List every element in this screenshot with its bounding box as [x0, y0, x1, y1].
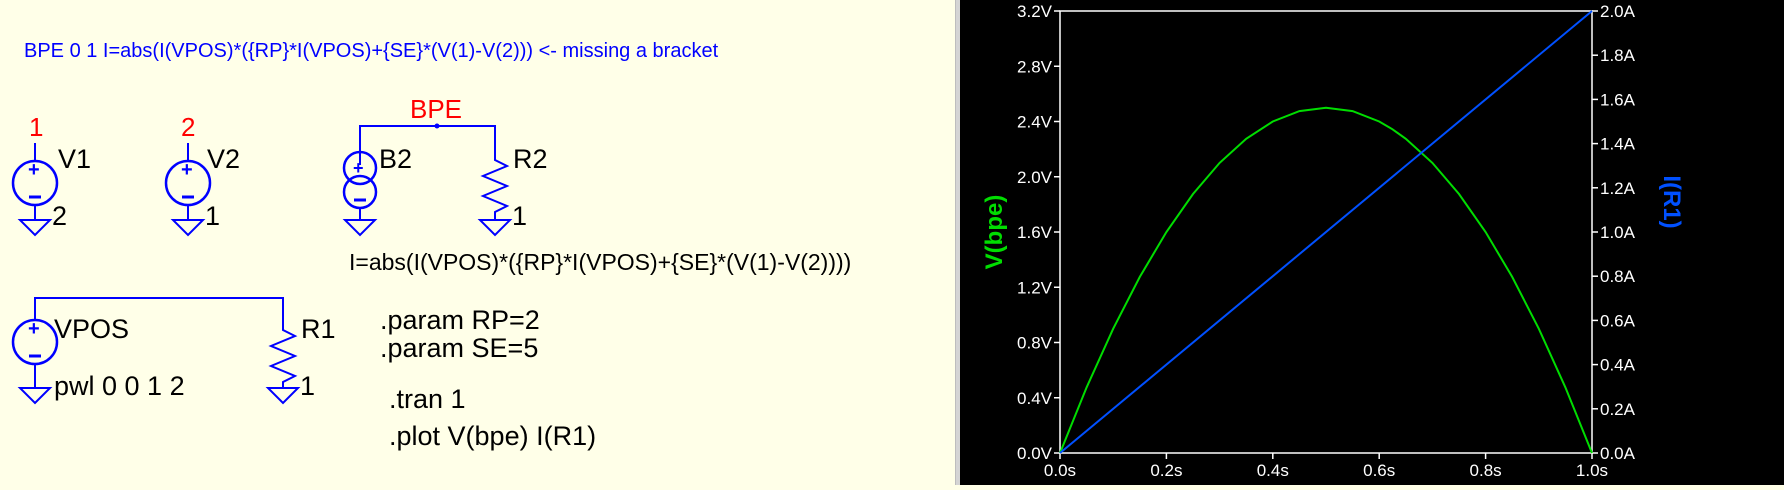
ground-icon [477, 219, 513, 237]
y-right-tick-label: 2.0A [1600, 2, 1636, 21]
trace-vbpe [1059, 106, 1593, 454]
r1-name: R1 [301, 314, 336, 344]
ground-icon [342, 219, 378, 237]
net-label-2: 2 [181, 112, 195, 142]
svg-text:+: + [353, 158, 364, 178]
bpe-circuit[interactable]: BPE + B2 R2 1 I=abs(I(VPOS)*({RP}*I(VPOS… [342, 94, 851, 275]
r2-name: R2 [513, 144, 548, 174]
ground-icon [17, 387, 53, 405]
right-axis-label[interactable]: I(R1) [1658, 175, 1685, 228]
r1-resistor-icon[interactable] [265, 320, 301, 405]
v2-name: V2 [207, 144, 240, 174]
y-left-tick-label: 0.0V [1017, 444, 1053, 463]
ground-icon [17, 219, 53, 237]
y-left-tick-label: 0.8V [1017, 334, 1053, 353]
directive-tran[interactable]: .tran 1 [389, 384, 466, 414]
y-right-tick-label: 0.4A [1600, 356, 1636, 375]
schematic-comment: BPE 0 1 I=abs(I(VPOS)*({RP}*I(VPOS)+{SE}… [24, 40, 719, 62]
y-right-tick-label: 0.6A [1600, 311, 1636, 330]
x-tick-label: 0.6s [1363, 461, 1395, 480]
y-left-tick-label: 2.4V [1017, 113, 1053, 132]
svg-text:+: + [28, 159, 40, 181]
net-label-1: 1 [29, 112, 43, 142]
y-right-tick-label: 0.2A [1600, 400, 1636, 419]
y-right-tick-label: 0.0A [1600, 444, 1636, 463]
b2-name: B2 [379, 144, 412, 174]
waveform-viewer[interactable]: 0.0s 0.2s 0.4s 0.6s 0.8s 1.0s 0.0V 0.4V 0.8V 1.2V… [960, 0, 1784, 485]
ground-icon [170, 219, 206, 237]
y-left-tick-label: 1.6V [1017, 223, 1053, 242]
x-tick-label: 0.2s [1150, 461, 1182, 480]
r2-value: 1 [512, 201, 527, 231]
v2-node-label: 1 [205, 201, 220, 231]
voltage-source-v1[interactable]: 1 + V1 2 [11, 112, 91, 237]
voltage-source-v2[interactable]: 2 + V2 1 [164, 112, 240, 237]
net-label-bpe: BPE [410, 94, 462, 124]
x-tick-label: 0.0s [1044, 461, 1076, 480]
spice-directives[interactable]: .param RP=2 .param SE=5 .tran 1 .plot V(… [380, 305, 596, 451]
left-axis-label[interactable]: V(bpe) [981, 195, 1008, 270]
waveform-plot[interactable]: 0.0s 0.2s 0.4s 0.6s 0.8s 1.0s 0.0V 0.4V 0.8V 1.2V… [960, 0, 1784, 485]
y-left-tick-label: 0.4V [1017, 389, 1053, 408]
y-left-tick-label: 3.2V [1017, 2, 1053, 21]
svg-text:+: + [181, 159, 193, 181]
x-tick-label: 0.8s [1470, 461, 1502, 480]
v1-name: V1 [58, 144, 91, 174]
r2-resistor-icon[interactable] [477, 150, 513, 237]
schematic-editor[interactable]: BPE 0 1 I=abs(I(VPOS)*({RP}*I(VPOS)+{SE}… [0, 0, 955, 485]
b2-current-source-icon[interactable]: + [342, 150, 378, 237]
ground-icon [265, 387, 301, 405]
y-left-tick-label: 1.2V [1017, 278, 1053, 297]
y-right-tick-label: 1.0A [1600, 223, 1636, 242]
svg-text:+: + [28, 318, 40, 340]
directive-param-se[interactable]: .param SE=5 [380, 333, 538, 363]
vpos-name: VPOS [54, 314, 129, 344]
x-tick-label: 0.4s [1257, 461, 1289, 480]
x-tick-label: 1.0s [1576, 461, 1608, 480]
v1-node-label: 2 [52, 201, 67, 231]
vpos-source-icon[interactable]: + [11, 318, 59, 405]
vpos-circuit[interactable]: + VPOS pwl 0 0 1 2 R1 1 [11, 297, 336, 405]
vpos-value[interactable]: pwl 0 0 1 2 [54, 371, 185, 401]
y-left-tick-label: 2.0V [1017, 168, 1053, 187]
directive-plot[interactable]: .plot V(bpe) I(R1) [389, 421, 596, 451]
y-right-tick-label: 1.2A [1600, 179, 1636, 198]
y-left-tick-label: 2.8V [1017, 57, 1053, 76]
r1-value: 1 [300, 371, 315, 401]
b2-expression[interactable]: I=abs(I(VPOS)*({RP}*I(VPOS)+{SE}*(V(1)-V… [349, 249, 851, 275]
y-right-tick-label: 0.8A [1600, 267, 1636, 286]
directive-param-rp[interactable]: .param RP=2 [380, 305, 540, 335]
y-right-tick-label: 1.6A [1600, 90, 1636, 109]
y-right-tick-label: 1.8A [1600, 46, 1636, 65]
y-right-tick-label: 1.4A [1600, 135, 1636, 154]
trace-ir1 [1059, 10, 1593, 454]
